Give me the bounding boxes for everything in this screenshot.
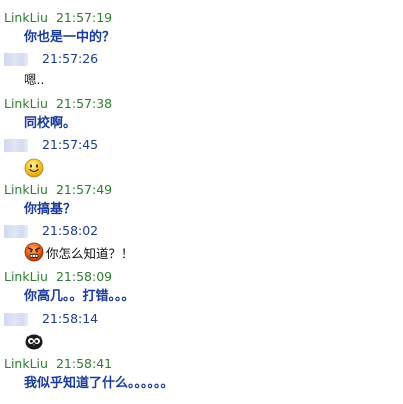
message-text: 你怎么知道？！: [46, 245, 134, 261]
timestamp: 21:58:41: [55, 356, 113, 371]
message-text: 你搞基？: [24, 202, 77, 217]
smile-icon: [24, 158, 44, 178]
blurred-sender-name: [4, 224, 28, 238]
message-header: 21:57:26: [4, 50, 98, 68]
timestamp: 21:57:49: [55, 182, 113, 197]
sender-name: LinkLiu: [4, 356, 48, 371]
chat-log: LinkLiu 21:57:19 你也是一中的？ 21:57:26 嗯.. Li…: [0, 0, 403, 404]
sender-name: LinkLiu: [4, 269, 48, 284]
message-header: 21:57:45: [4, 136, 98, 154]
blurred-sender-name: [4, 52, 28, 66]
sender-name: LinkLiu: [4, 10, 48, 25]
owl-face-icon: [25, 334, 43, 350]
message-header: LinkLiu 21:58:09: [4, 268, 112, 286]
message-text: 嗯..: [24, 72, 45, 87]
timestamp: 21:58:09: [55, 269, 113, 284]
message-content: 你怎么知道？！: [24, 242, 134, 262]
timestamp: 21:58:02: [42, 223, 99, 238]
timestamp: 21:57:45: [42, 137, 99, 152]
timestamp: 21:57:19: [55, 10, 113, 25]
timestamp: 21:57:26: [42, 51, 99, 66]
blurred-sender-name: [4, 138, 28, 152]
message-header: LinkLiu 21:57:49: [4, 181, 112, 199]
message-text: 同校啊。: [24, 116, 77, 131]
message-text: 你也是一中的？: [24, 30, 116, 45]
message-text: 你高几。。打错。。。: [24, 289, 135, 304]
timestamp: 21:57:38: [55, 96, 113, 111]
sender-name: LinkLiu: [4, 182, 48, 197]
message-header: LinkLiu 21:57:38: [4, 95, 112, 113]
blurred-sender-name: [4, 312, 28, 326]
message-text: 我似乎知道了什么。。。。。。: [24, 376, 174, 391]
sender-name: LinkLiu: [4, 96, 48, 111]
timestamp: 21:58:14: [42, 311, 99, 326]
message-header: 21:58:14: [4, 310, 98, 328]
angry-face-icon: [24, 242, 44, 262]
message-header: 21:58:02: [4, 222, 98, 240]
message-header: LinkLiu 21:58:41: [4, 355, 112, 373]
message-header: LinkLiu 21:57:19: [4, 9, 112, 27]
